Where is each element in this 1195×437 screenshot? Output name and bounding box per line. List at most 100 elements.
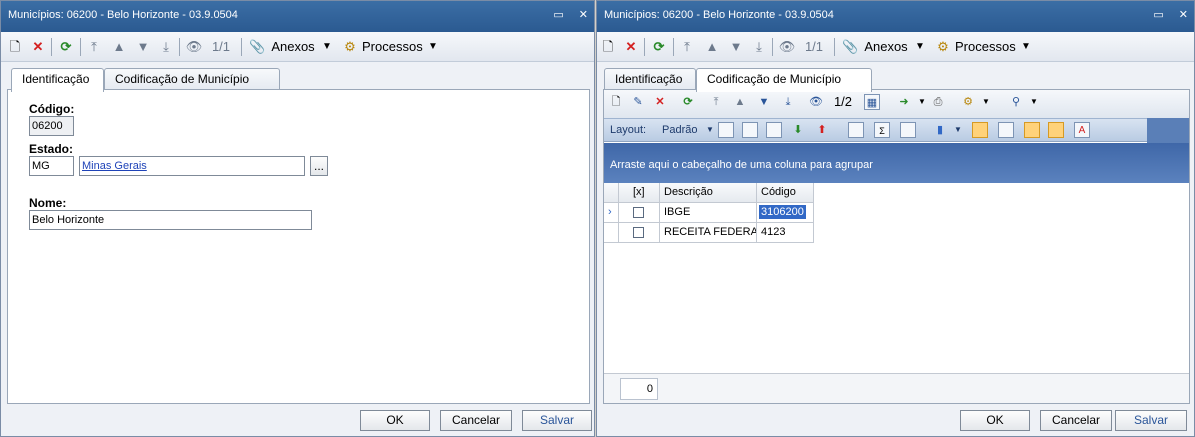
sum-icon[interactable]: Σ [874,122,890,138]
binoculars-icon[interactable]: 👁 [808,94,824,110]
refresh-icon[interactable]: ⟳ [680,94,696,110]
chart-icon[interactable]: ▮ [932,122,948,138]
layout-import-icon[interactable]: ⬇ [790,122,806,138]
layout-grid-icon[interactable] [766,122,782,138]
prev-icon[interactable]: ▲ [111,37,127,57]
last-icon[interactable]: ⤓ [751,37,767,57]
highlight-icon[interactable] [900,122,916,138]
prev-icon[interactable]: ▲ [704,37,720,57]
calendar-icon[interactable]: ▦ [864,94,880,110]
next-icon[interactable]: ▼ [135,37,151,57]
column-header-check[interactable]: [x] [619,183,660,203]
view-mode-3-icon[interactable] [1024,122,1040,138]
estado-name-field[interactable]: Minas Gerais [79,156,305,176]
view-mode-1-icon[interactable] [972,122,988,138]
column-header-codigo[interactable]: Código [757,183,814,203]
estado-lookup-button[interactable]: ... [310,156,328,176]
nome-field[interactable]: Belo Horizonte [29,210,312,230]
table-cell-codigo[interactable]: 4123 [757,223,814,243]
estado-code-field[interactable]: MG [29,156,74,176]
estado-link[interactable]: Minas Gerais [82,160,147,172]
tab-identificacao[interactable]: Identificação [604,68,696,90]
column-header-descricao[interactable]: Descrição [660,183,757,203]
layout-copy-icon[interactable] [718,122,734,138]
gear-icon[interactable]: ⚙ [341,37,359,57]
group-by-area[interactable]: Arraste aqui o cabeçalho de uma coluna p… [604,143,1189,183]
chevron-down-icon[interactable]: ▼ [978,94,994,110]
selected-cell-text: 3106200 [759,205,806,219]
processes-menu[interactable]: Processos [362,37,423,57]
municipio-window-left: Municípios: 06200 - Belo Horizonte - 03.… [0,0,595,437]
next-icon[interactable]: ▼ [728,37,744,57]
close-icon[interactable]: ✕ [1179,8,1188,21]
cancel-button[interactable]: Cancelar [440,410,512,431]
next-icon[interactable]: ▼ [756,94,772,110]
columns-icon[interactable] [848,122,864,138]
binoculars-icon[interactable]: 👁 [185,37,203,57]
chevron-down-icon[interactable]: ▼ [1020,37,1032,57]
row-checkbox[interactable] [619,203,660,223]
attachments-menu[interactable]: Anexos [271,37,315,57]
row-indicator [604,223,619,243]
tab-identificacao[interactable]: Identificação [11,68,104,92]
codigo-field[interactable]: 06200 [29,116,74,136]
paperclip-icon[interactable]: 📎 [249,37,265,57]
view-mode-2-icon[interactable] [998,122,1014,138]
prev-icon[interactable]: ▲ [732,94,748,110]
save-button[interactable]: Salvar [522,410,592,431]
close-icon[interactable]: ✕ [579,8,588,21]
restore-icon[interactable]: ▭ [553,8,563,21]
delete-icon[interactable]: ✕ [29,37,47,57]
layout-dropdown[interactable]: Padrão [662,122,697,138]
export-icon[interactable]: ➜ [896,94,912,110]
row-checkbox[interactable] [619,223,660,243]
cancel-button[interactable]: Cancelar [1040,410,1112,431]
table-cell-descricao[interactable]: RECEITA FEDERAL [660,223,757,243]
first-icon[interactable]: ⤒ [86,37,102,57]
print-icon[interactable]: ⎙ [930,94,946,110]
gear-icon[interactable]: ⚙ [934,37,952,57]
ok-button[interactable]: OK [960,410,1030,431]
view-mode-4-icon[interactable] [1048,122,1064,138]
table-cell-codigo[interactable]: 3106200 [757,203,814,223]
gear-icon[interactable]: ⚙ [960,94,976,110]
chevron-down-icon[interactable]: ▼ [950,122,966,138]
ok-button[interactable]: OK [360,410,430,431]
chevron-down-icon[interactable]: ▼ [914,37,926,57]
tab-codificacao[interactable]: Codificação de Município [696,68,872,92]
chevron-down-icon[interactable]: ▼ [914,94,930,110]
table-cell-descricao[interactable]: IBGE [660,203,757,223]
grid-record-counter: 1/2 [833,94,853,109]
codigo-label: Código: [29,102,75,116]
attachments-menu[interactable]: Anexos [864,37,908,57]
nome-label: Nome: [29,196,67,210]
edit-icon[interactable]: ✎ [630,94,646,110]
tab-codificacao[interactable]: Codificação de Município [104,68,280,90]
refresh-icon[interactable]: ⟳ [650,37,668,57]
filter-icon[interactable]: ⚲ [1008,94,1024,110]
new-icon[interactable]: 🗋 [7,37,23,57]
chevron-down-icon[interactable]: ▼ [427,37,439,57]
processes-menu[interactable]: Processos [955,37,1016,57]
chevron-down-icon[interactable]: ▼ [702,122,718,138]
chevron-down-icon[interactable]: ▼ [1026,94,1042,110]
layout-label: Layout: [610,124,647,136]
layout-save-icon[interactable] [742,122,758,138]
first-icon[interactable]: ⤒ [679,37,695,57]
paperclip-icon[interactable]: 📎 [842,37,858,57]
new-icon[interactable]: 🗋 [608,94,624,110]
last-icon[interactable]: ⤓ [158,37,174,57]
refresh-icon[interactable]: ⟳ [57,37,75,57]
restore-icon[interactable]: ▭ [1153,8,1163,21]
layout-export-icon[interactable]: ⬆ [814,122,830,138]
delete-icon[interactable]: ✕ [622,37,640,57]
grid-footer: 0 [604,373,1189,403]
font-icon[interactable]: A [1074,122,1090,138]
save-button[interactable]: Salvar [1115,410,1187,431]
first-icon[interactable]: ⤒ [708,94,724,110]
new-icon[interactable]: 🗋 [600,37,616,57]
chevron-down-icon[interactable]: ▼ [321,37,333,57]
last-icon[interactable]: ⤓ [780,94,796,110]
binoculars-icon[interactable]: 👁 [778,37,796,57]
delete-icon[interactable]: ✕ [652,94,668,110]
